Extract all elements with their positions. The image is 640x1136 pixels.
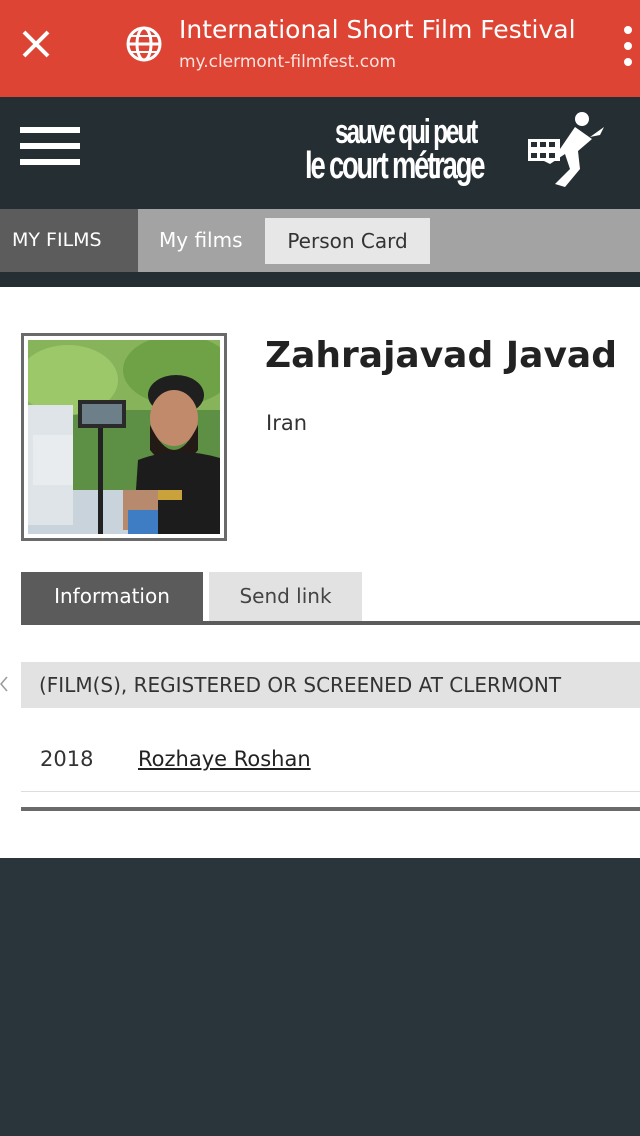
breadcrumb-my-films[interactable]: My films [159,209,243,272]
site-header: sauve qui peut le court métrage [0,97,640,209]
globe-icon [126,26,162,62]
tab-send-link[interactable]: Send link [209,572,362,621]
films-section-heading: (FILM(S), REGISTERED OR SCREENED AT CLER… [21,662,640,708]
tab-person-card[interactable]: Person Card [265,218,430,264]
navigation-tabs: MY FILMS My films Person Card [0,209,640,272]
portrait-image [28,340,220,534]
person-card: Zahrajavad Javad Iran Information Send l… [0,287,640,858]
runner-logo-icon [528,112,604,187]
festival-logo[interactable]: sauve qui peut le court métrage [305,109,605,194]
tab-underline [21,621,640,625]
close-icon[interactable] [18,26,58,66]
info-tabs: Information Send link [21,572,640,622]
person-country: Iran [266,411,308,435]
page-title: International Short Film Festival [179,15,576,44]
person-name: Zahrajavad Javad [265,335,617,376]
logo-line-2: le court métrage [305,145,485,187]
hamburger-menu-icon[interactable] [20,127,80,167]
divider [21,807,640,811]
chevron-left-icon[interactable] [0,675,8,693]
divider [0,272,640,287]
tab-information[interactable]: Information [21,572,203,621]
film-year: 2018 [40,747,94,771]
page-url: my.clermont-filmfest.com [179,52,397,72]
table-row: 2018 Rozhaye Roshan [21,739,640,792]
tab-my-films-section[interactable]: MY FILMS [0,209,138,272]
film-title-link[interactable]: Rozhaye Roshan [138,747,311,771]
overflow-menu-icon[interactable] [618,24,638,68]
person-photo [21,333,227,541]
browser-toolbar: International Short Film Festival my.cle… [0,0,640,97]
